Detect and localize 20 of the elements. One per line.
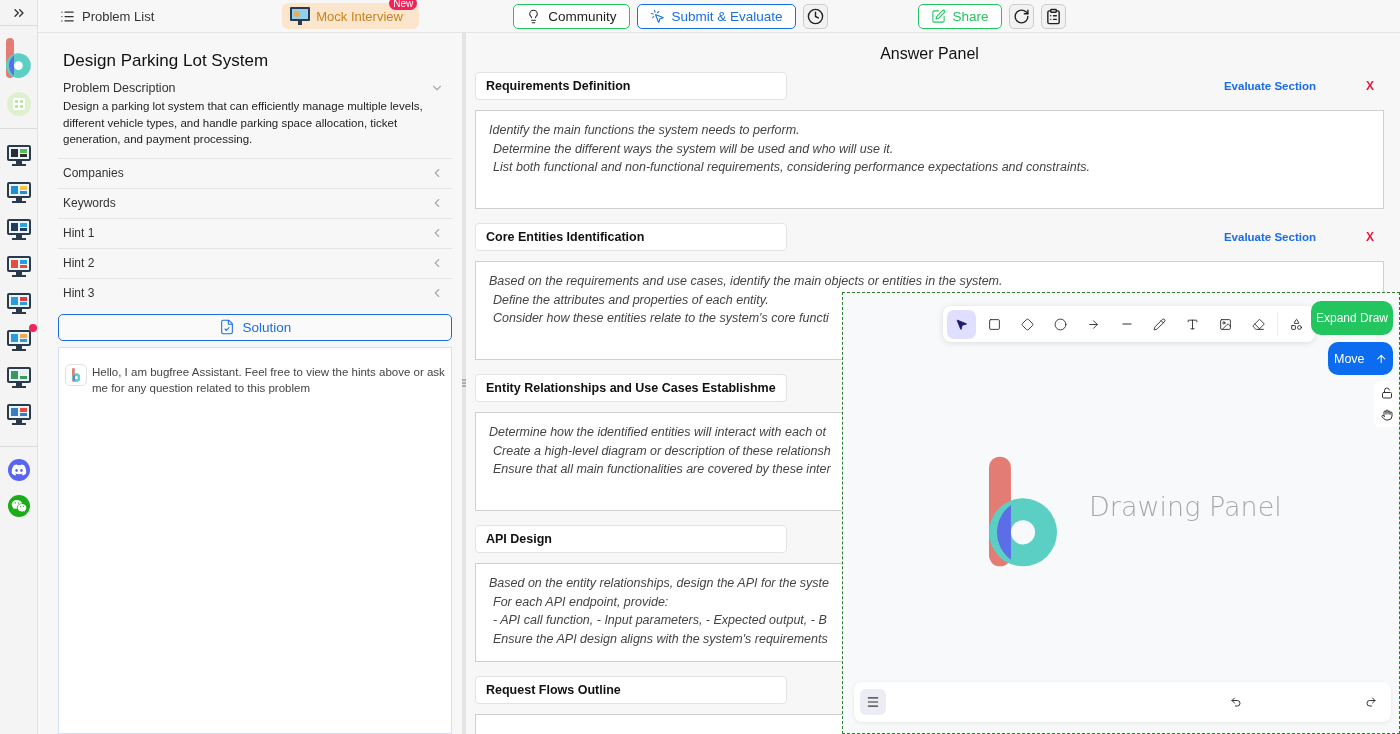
answer-line: Consider how these entities relate to the system's core functi — [492, 310, 829, 327]
answer-line: Create a high-level diagram or description of these relationsh — [492, 442, 831, 460]
answer-line: Based on the entity relationships, design the API for the syste — [489, 575, 829, 592]
answer-line: Determine how the identified entities will interact with each ot — [489, 424, 826, 441]
answer-line: List both functional and non-functional requirements, considering performance expectations and constraints. — [492, 159, 1090, 176]
panel-title: Answer Panel — [879, 45, 980, 63]
chat-message: Hello, I am bugfree Assistant. Feel free to view the hints above or ask me for any question related to this problem — [92, 364, 445, 396]
answer-line: Ensure that all main functionalities are covered by these inter — [492, 461, 831, 478]
problem-title: Design Parking Lot System — [63, 51, 270, 71]
answer-line: Ensure the API design aligns with the system's requirements — [492, 630, 828, 648]
answer-line: Based on the requirements and use cases, identify the main objects or entities in the system. — [489, 273, 1003, 290]
answer-line: Define the attributes and properties of each entity. — [492, 291, 769, 309]
problem-description: Design a parking lot system that can efficiently manage multiple levels, different vehicle types, and handle parking space allocation, ticket generation, and payment processing. — [63, 99, 424, 147]
answer-line: Identify the main functions the system needs to perform. — [489, 122, 800, 139]
answer-line: Determine the different ways the system will be used and who will use it. — [492, 140, 894, 158]
answer-line: - API call function, - Input parameters, - Expected output, - B — [492, 612, 827, 629]
answer-line: For each API endpoint, provide: — [492, 593, 669, 611]
section-heading: Problem Description — [63, 81, 176, 95]
new-badge: New — [389, 0, 418, 10]
canvas-text: Drawing Panel — [1089, 491, 1282, 522]
